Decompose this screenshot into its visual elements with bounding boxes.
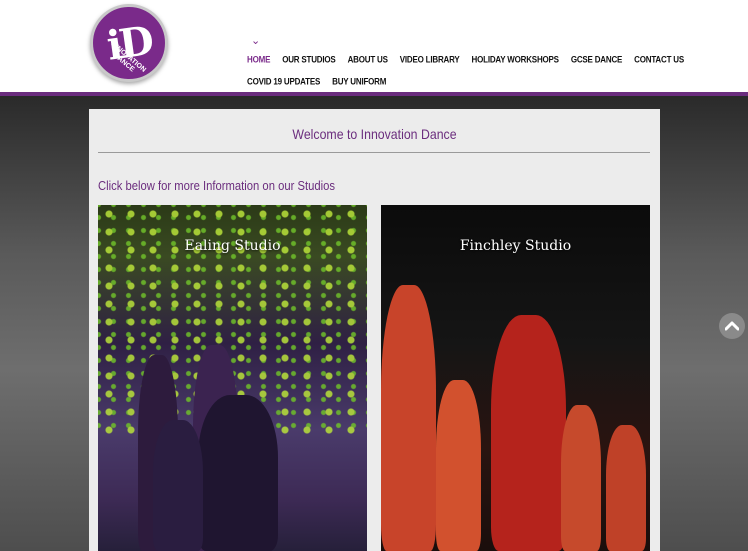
- dancer-image: [436, 380, 481, 551]
- nav-item-buy-uniform[interactable]: BUY UNIFORM: [332, 76, 386, 86]
- nav-item-gcse-dance[interactable]: GCSE DANCE: [571, 54, 623, 64]
- nav-item-our-studios[interactable]: OUR STUDIOS: [282, 54, 336, 64]
- title-divider: [98, 152, 650, 153]
- nav-row-1: HOME OUR STUDIOS ABOUT US VIDEO LIBRARY …: [247, 48, 684, 70]
- nav-item-home[interactable]: HOME: [247, 54, 270, 64]
- dancer-image: [381, 285, 436, 551]
- dancer-image: [153, 420, 203, 551]
- nav-row-2: COVID 19 UPDATES BUY UNIFORM: [247, 70, 627, 92]
- content-panel: Welcome to Innovation Dance Click below …: [89, 109, 660, 551]
- nav-item-about-us[interactable]: ABOUT US: [348, 54, 388, 64]
- main-navigation: HOME OUR STUDIOS ABOUT US VIDEO LIBRARY …: [247, 48, 684, 92]
- studio-card-finchley[interactable]: Finchley Studio: [381, 205, 650, 551]
- scroll-to-top-button[interactable]: [719, 313, 745, 339]
- chevron-up-icon: [725, 321, 739, 331]
- studio-title-ealing: Ealing Studio: [184, 238, 281, 254]
- nav-item-covid-updates[interactable]: COVID 19 UPDATES: [247, 76, 320, 86]
- dancer-image: [198, 395, 278, 551]
- nav-item-contact-us[interactable]: CONTACT US: [634, 54, 684, 64]
- studio-title-finchley: Finchley Studio: [459, 238, 572, 254]
- site-logo[interactable]: iD INNOVATION DANCE: [90, 4, 168, 82]
- dancer-image: [561, 405, 601, 551]
- studio-card-ealing[interactable]: Ealing Studio: [98, 205, 367, 551]
- page-title: Welcome to Innovation Dance: [292, 126, 457, 142]
- chevron-down-icon[interactable]: ⌄: [251, 34, 260, 47]
- studios-subheading: Click below for more Information on our …: [98, 179, 335, 193]
- dancer-image: [491, 315, 566, 551]
- nav-item-holiday-workshops[interactable]: HOLIDAY WORKSHOPS: [472, 54, 559, 64]
- dancer-image: [606, 425, 646, 551]
- nav-item-video-library[interactable]: VIDEO LIBRARY: [400, 54, 460, 64]
